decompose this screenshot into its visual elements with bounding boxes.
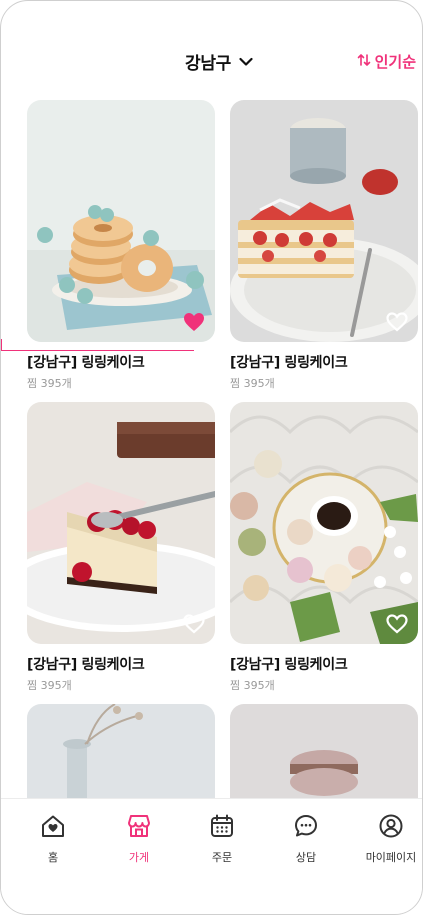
store-image-strawberry-mille-feuille[interactable] xyxy=(230,100,418,342)
heart-outline-icon[interactable] xyxy=(386,614,408,634)
sort-label: 인기순 xyxy=(374,53,416,71)
like-count: 찜 395개 xyxy=(230,679,275,692)
tab-label: 상담 xyxy=(295,851,317,864)
header: 강남구 인기순 xyxy=(1,49,422,77)
store-image-berry-cheesecake[interactable] xyxy=(27,402,215,644)
location-selector[interactable]: 강남구 xyxy=(185,49,253,74)
store-name[interactable]: [강남구] 링링케이크 xyxy=(27,654,215,674)
store-name[interactable]: [강남구] 링링케이크 xyxy=(27,352,215,372)
store-name[interactable]: [강남구] 링링케이크 xyxy=(230,654,418,674)
chevron-down-icon xyxy=(239,52,253,71)
tab-label: 마이페이지 xyxy=(365,851,417,864)
tab-home[interactable]: 홈 xyxy=(18,813,88,865)
sort-icon xyxy=(357,52,371,71)
store-card[interactable]: [강남구] 링링케이크 찜 395개 xyxy=(230,402,418,693)
calendar-icon xyxy=(209,813,235,843)
tab-label: 가게 xyxy=(128,851,150,864)
store-image-macarons-coffee[interactable] xyxy=(230,402,418,644)
home-icon xyxy=(40,813,66,843)
chat-icon xyxy=(293,813,319,843)
store-image-donut-stack[interactable] xyxy=(27,100,215,342)
store-name[interactable]: [강남구] 링링케이크 xyxy=(230,352,418,372)
like-count: 찜 395개 xyxy=(27,377,72,390)
heart-outline-icon[interactable] xyxy=(386,312,408,332)
location-label: 강남구 xyxy=(185,54,232,74)
store-icon xyxy=(126,813,152,843)
like-count: 찜 395개 xyxy=(27,679,72,692)
heart-outline-icon[interactable] xyxy=(183,614,205,634)
bottom-tab-bar: 홈 가게 주문 상담 마이페이지 xyxy=(1,798,422,914)
heart-filled-icon[interactable] xyxy=(183,312,205,332)
store-card[interactable]: [강남구] 링링케이크 찜 395개 xyxy=(27,100,215,391)
tab-chat[interactable]: 상담 xyxy=(271,813,341,865)
tab-orders[interactable]: 주문 xyxy=(187,813,257,865)
user-icon xyxy=(378,813,404,843)
tab-label: 주문 xyxy=(211,851,233,864)
store-card[interactable]: [강남구] 링링케이크 찜 395개 xyxy=(27,402,215,693)
like-count: 찜 395개 xyxy=(230,377,275,390)
store-card[interactable]: [강남구] 링링케이크 찜 395개 xyxy=(230,100,418,391)
tab-store[interactable]: 가게 xyxy=(104,813,174,865)
sort-button[interactable]: 인기순 xyxy=(357,51,416,72)
phone-frame: 강남구 인기순 [강남구] 링링케이크 찜 395개 [강남구] 링링케이크 찜… xyxy=(0,0,423,915)
tab-label: 홈 xyxy=(47,851,59,864)
tab-mypage[interactable]: 마이페이지 xyxy=(356,813,422,865)
